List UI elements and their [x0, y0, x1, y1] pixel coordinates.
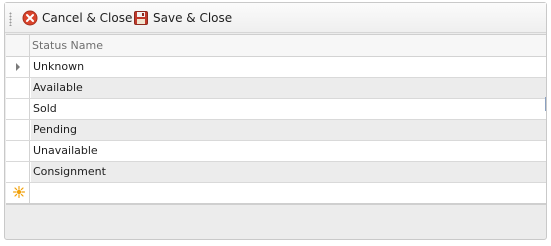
table-row[interactable]: Consignment	[6, 162, 546, 183]
save-icon	[134, 11, 148, 25]
table-row[interactable]: Available	[6, 78, 546, 99]
current-row-caret-icon	[16, 63, 20, 71]
row-indicator[interactable]	[6, 57, 30, 77]
save-and-close-label: Save & Close	[153, 11, 233, 25]
editor-window: Cancel & Close Save & Close Status Name …	[4, 2, 547, 240]
row-indicator[interactable]	[6, 141, 30, 161]
status-name-cell[interactable]: Pending	[31, 120, 546, 140]
row-indicator[interactable]	[6, 120, 30, 140]
new-row-cell[interactable]	[31, 183, 546, 203]
table-row[interactable]: Unknown	[6, 57, 546, 78]
table-row[interactable]: Sold	[6, 99, 546, 120]
grid-rows: Unknown Available Sold Pending Unavailab…	[6, 57, 546, 204]
cancel-icon	[22, 10, 38, 26]
row-indicator[interactable]	[6, 162, 30, 182]
table-row[interactable]: Unavailable	[6, 141, 546, 162]
row-indicator[interactable]	[6, 99, 30, 119]
new-item-row[interactable]	[6, 183, 546, 204]
cancel-and-close-label: Cancel & Close	[42, 11, 133, 25]
status-name-cell[interactable]: Available	[31, 78, 546, 98]
save-and-close-button[interactable]: Save & Close	[130, 7, 235, 29]
table-row[interactable]: Pending	[6, 120, 546, 141]
status-name-cell[interactable]: Sold	[31, 99, 546, 119]
new-row-star-icon	[13, 186, 25, 198]
scrollbar-edge[interactable]	[545, 97, 546, 111]
toolbar: Cancel & Close Save & Close	[5, 3, 546, 33]
grid-header-row: Status Name	[6, 35, 546, 57]
row-indicator-header	[6, 35, 30, 57]
column-header-status-name[interactable]: Status Name	[32, 35, 103, 57]
status-name-cell[interactable]: Consignment	[31, 162, 546, 182]
status-name-cell[interactable]: Unavailable	[31, 141, 546, 161]
cancel-and-close-button[interactable]: Cancel & Close	[19, 7, 135, 29]
status-grid: Status Name Unknown Available Sold Pendi…	[6, 34, 546, 205]
toolbar-grip-handle[interactable]	[9, 12, 12, 26]
status-name-cell[interactable]: Unknown	[31, 57, 546, 77]
row-indicator[interactable]	[6, 183, 30, 203]
row-indicator[interactable]	[6, 78, 30, 98]
